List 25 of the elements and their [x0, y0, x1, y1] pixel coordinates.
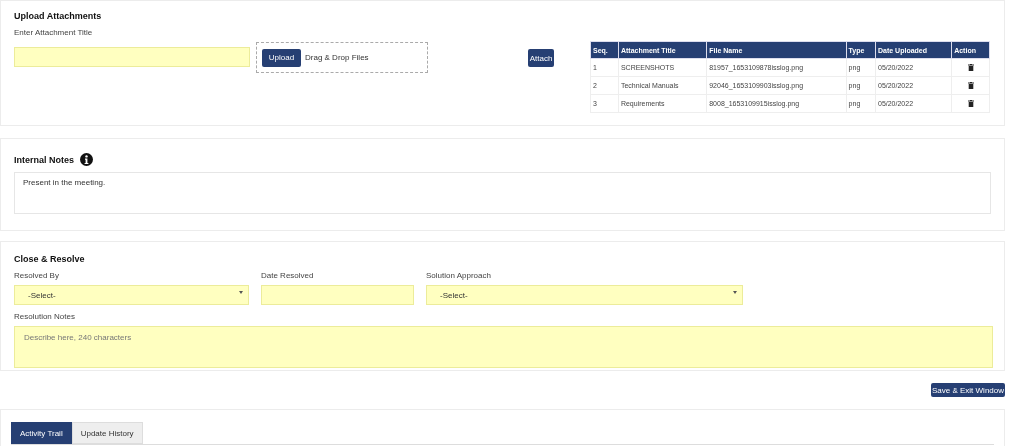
field-label: Enter Attachment Title	[14, 28, 94, 37]
delete-icon[interactable]	[967, 99, 974, 107]
section-title: Upload Attachments	[14, 11, 103, 21]
date-field[interactable]	[261, 285, 414, 305]
tab[interactable]: Activity Trail	[11, 422, 72, 444]
resolution-notes-field[interactable]: Describe here, 240 characters	[14, 326, 993, 368]
field-label: Resolved By	[14, 271, 60, 280]
drop-hint: Drag & Drop Files	[305, 53, 369, 62]
section-title: Close & Resolve	[14, 254, 86, 264]
delete-icon[interactable]	[967, 63, 974, 71]
section-title: Internal Notes	[14, 154, 74, 165]
upload-button[interactable]: Upload	[262, 48, 301, 67]
field-label: Resolution Notes	[14, 312, 76, 321]
field-label: Solution Approach	[426, 271, 492, 280]
drop-zone[interactable]: Upload Drag & Drop Files	[256, 42, 428, 73]
delete-icon[interactable]	[967, 81, 974, 89]
notes-field[interactable]: Present in the meeting.	[14, 172, 991, 214]
save-exit-button[interactable]: Save & Exit Window	[931, 383, 1005, 397]
resolved-by-select[interactable]: -Select-	[14, 285, 249, 305]
attachment-title-field[interactable]	[14, 47, 250, 67]
approach-select[interactable]: -Select-	[426, 285, 743, 305]
attach-button[interactable]: Attach	[528, 49, 554, 67]
tab[interactable]: Update History	[71, 422, 143, 444]
info-icon[interactable]	[80, 153, 93, 166]
field-label: Date Resolved	[261, 271, 315, 280]
